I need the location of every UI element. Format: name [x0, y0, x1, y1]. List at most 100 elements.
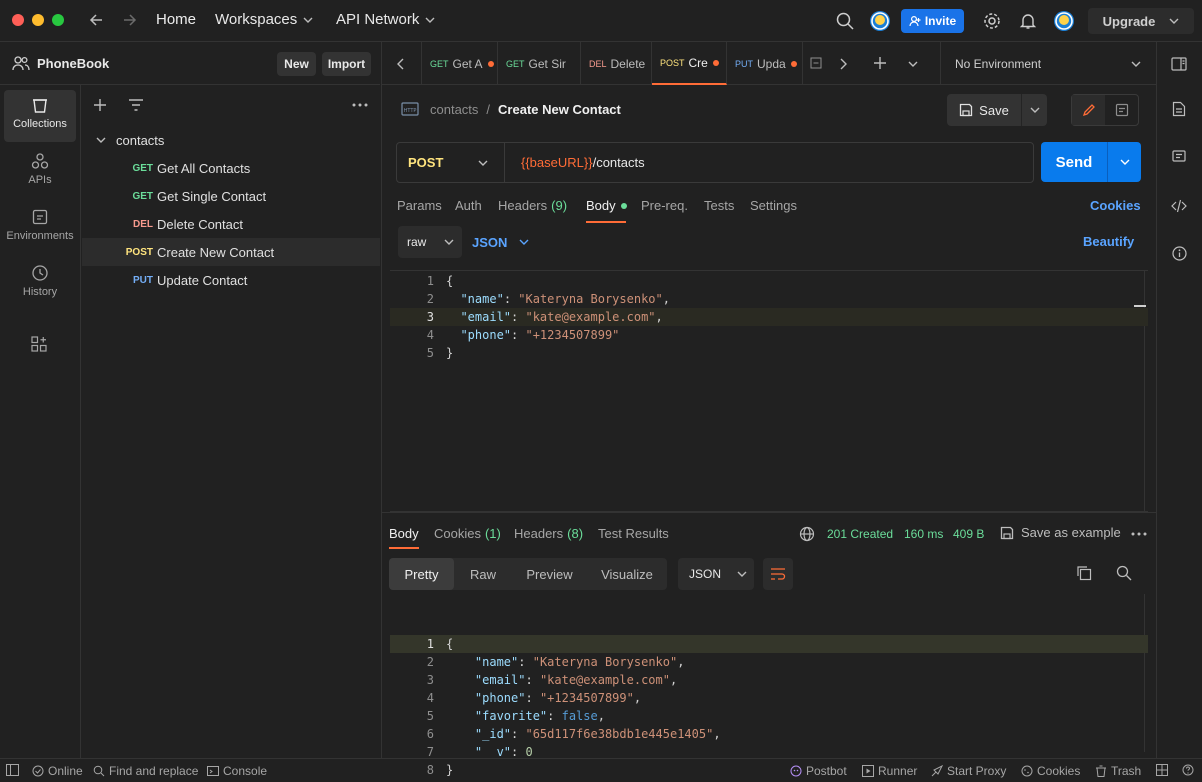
response-tab-test-results[interactable]: Test Results — [598, 526, 669, 541]
search-collections-input[interactable] — [147, 94, 347, 116]
request-title[interactable]: Create New Contact — [498, 102, 621, 117]
forward-arrow-icon[interactable] — [122, 12, 138, 28]
response-format-selector[interactable]: JSON — [678, 558, 754, 590]
view-pretty[interactable]: Pretty — [389, 558, 454, 590]
find-replace-button[interactable]: Find and replace — [93, 764, 198, 778]
response-tab-body[interactable]: Body — [389, 526, 419, 541]
response-body-viewer[interactable]: 1{2 "name": "Kateryna Borysenko", 3 "emai… — [390, 594, 1148, 777]
add-collection-icon[interactable] — [93, 98, 107, 112]
response-tab-headers[interactable]: Headers (8) — [514, 526, 583, 541]
back-arrow-icon[interactable] — [88, 12, 104, 28]
settings-gear-icon[interactable] — [983, 12, 1001, 30]
view-visualize[interactable]: Visualize — [587, 558, 667, 590]
user-avatar-icon[interactable] — [1053, 10, 1075, 32]
configure-sidebar-icon[interactable] — [31, 336, 47, 352]
team-avatar-icon[interactable] — [869, 10, 891, 32]
toggle-sidebar-icon[interactable] — [6, 764, 19, 776]
sidebar-request-item[interactable]: DEL Delete Contact — [82, 210, 380, 238]
start-proxy-button[interactable]: Start Proxy — [931, 764, 1006, 778]
tab-headers[interactable]: Headers (9) — [498, 198, 567, 213]
cookies-button[interactable]: Cookies — [1021, 764, 1080, 778]
maximize-window-button[interactable] — [52, 14, 64, 26]
collection-contacts[interactable]: contacts — [82, 126, 380, 154]
postbot-button[interactable]: Postbot — [790, 764, 847, 778]
comments-icon[interactable] — [1172, 150, 1186, 164]
console-button[interactable]: Console — [207, 764, 267, 778]
filter-icon[interactable] — [128, 98, 144, 112]
search-icon[interactable] — [1116, 565, 1132, 581]
beautify-button[interactable]: Beautify — [1083, 234, 1134, 249]
sidebar-request-item[interactable]: POST Create New Contact — [82, 238, 380, 266]
rail-environments[interactable]: Environments — [4, 202, 76, 254]
send-button[interactable]: Send — [1041, 142, 1107, 182]
home-link[interactable]: Home — [156, 11, 196, 28]
comments-icon[interactable] — [1105, 95, 1138, 125]
runner-button[interactable]: Runner — [862, 764, 917, 778]
tab-prerequest[interactable]: Pre-req. — [641, 198, 688, 213]
tab-auth[interactable]: Auth — [455, 198, 482, 213]
tab-settings[interactable]: Settings — [750, 198, 797, 213]
upgrade-button[interactable]: Upgrade — [1088, 8, 1194, 34]
search-icon[interactable] — [836, 12, 854, 30]
rail-apis[interactable]: APIs — [4, 146, 76, 198]
status-code[interactable]: 201 Created — [827, 527, 893, 541]
layout-grid-icon[interactable] — [1156, 764, 1168, 776]
tab-params[interactable]: Params — [397, 198, 442, 213]
save-button[interactable]: Save — [947, 94, 1021, 126]
request-tab[interactable]: DEL Delete — [581, 42, 652, 85]
request-tab[interactable]: PUT Upda — [727, 42, 803, 85]
view-raw[interactable]: Raw — [454, 558, 512, 590]
tabs-scroll-right-icon[interactable] — [838, 58, 848, 70]
new-tab-plus-icon[interactable] — [873, 56, 887, 70]
code-snippet-icon[interactable] — [1171, 199, 1187, 213]
trash-button[interactable]: Trash — [1095, 764, 1141, 778]
documentation-icon[interactable] — [1172, 101, 1186, 117]
edit-pencil-icon[interactable] — [1072, 95, 1105, 125]
save-as-example-button[interactable]: Save as example — [1000, 525, 1121, 540]
close-window-button[interactable] — [12, 14, 24, 26]
minimize-window-button[interactable] — [32, 14, 44, 26]
wrap-lines-icon[interactable] — [763, 558, 793, 590]
breadcrumb-parent[interactable]: contacts — [430, 102, 478, 117]
new-button[interactable]: New — [277, 52, 316, 76]
sidebar-request-item[interactable]: GET Get Single Contact — [82, 182, 380, 210]
help-icon[interactable] — [1182, 764, 1194, 776]
request-tab[interactable]: GET Get Sir — [498, 42, 581, 85]
copy-icon[interactable] — [1076, 565, 1092, 581]
workspaces-menu[interactable]: Workspaces — [215, 11, 313, 28]
body-mode-selector[interactable]: raw — [398, 226, 462, 258]
tab-tests[interactable]: Tests — [704, 198, 734, 213]
response-time[interactable]: 160 ms — [904, 527, 943, 541]
info-icon[interactable] — [1172, 246, 1187, 261]
tabs-scroll-left-icon[interactable] — [396, 58, 406, 70]
sidebar-request-item[interactable]: PUT Update Contact — [82, 266, 380, 294]
api-network-menu[interactable]: API Network — [336, 11, 435, 28]
send-options-chevron-icon[interactable] — [1107, 142, 1141, 182]
tab-overflow-icon[interactable] — [810, 57, 822, 69]
notifications-bell-icon[interactable] — [1019, 12, 1037, 30]
globe-icon[interactable] — [799, 526, 815, 542]
rail-collections[interactable]: Collections — [4, 90, 76, 142]
environment-selector[interactable]: No Environment — [940, 42, 1157, 85]
cookies-link[interactable]: Cookies — [1090, 198, 1141, 213]
invite-button[interactable]: Invite — [901, 9, 964, 33]
view-preview[interactable]: Preview — [512, 558, 587, 590]
request-body-editor[interactable]: 1{2 "name": "Kateryna Borysenko", 3 "emai… — [390, 270, 1148, 512]
body-language-selector[interactable]: JSON — [472, 226, 529, 258]
response-tab-cookies[interactable]: Cookies (1) — [434, 526, 501, 541]
more-options-icon[interactable] — [352, 103, 368, 107]
import-button[interactable]: Import — [322, 52, 371, 76]
rail-history[interactable]: History — [4, 258, 76, 310]
save-options-chevron-icon[interactable] — [1021, 94, 1047, 126]
request-tab[interactable]: POST Cre — [652, 42, 727, 85]
request-tab[interactable]: GET Get A — [421, 42, 498, 85]
sidebar-request-item[interactable]: GET Get All Contacts — [82, 154, 380, 182]
tab-list-chevron-icon[interactable] — [908, 59, 918, 69]
tab-body[interactable]: Body — [586, 198, 627, 213]
method-selector[interactable]: POST — [397, 143, 505, 182]
more-options-icon[interactable] — [1131, 532, 1147, 536]
sidebar-toggle-icon[interactable] — [1171, 57, 1187, 71]
url-input[interactable]: {{baseURL}} /contacts — [521, 143, 645, 182]
online-status[interactable]: Online — [32, 764, 83, 778]
response-size[interactable]: 409 B — [953, 527, 984, 541]
